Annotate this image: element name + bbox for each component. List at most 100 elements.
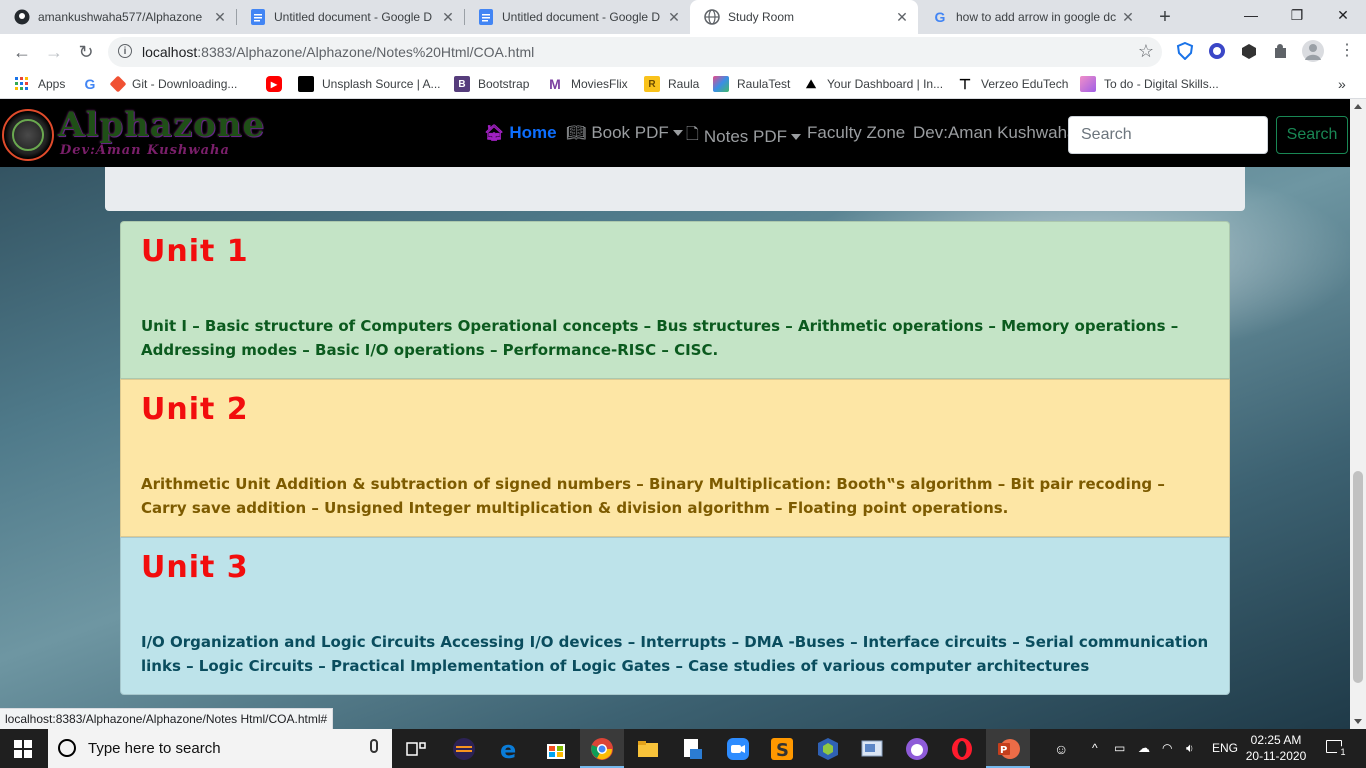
people-icon[interactable]: ☺︎: [1054, 741, 1068, 757]
jumbotron-panel: [105, 167, 1245, 211]
back-button[interactable]: ←: [10, 40, 34, 64]
tab-google-search[interactable]: G how to add arrow in google dc ✕: [918, 0, 1144, 34]
bookmark-raula[interactable]: R Raula: [644, 75, 699, 93]
show-hidden-icons-icon[interactable]: ^: [1092, 741, 1098, 755]
github-desktop-icon[interactable]: [905, 737, 929, 761]
bookmark-dashboard[interactable]: ⛰ Your Dashboard | In...: [803, 75, 943, 93]
wifi-icon[interactable]: ◠: [1162, 741, 1172, 755]
nav-dev[interactable]: Dev:Aman Kushwaha: [913, 123, 1076, 143]
document-editor-icon[interactable]: [680, 737, 704, 761]
volume-icon[interactable]: 🔉︎: [1186, 741, 1194, 756]
search-input[interactable]: Search: [1068, 116, 1268, 154]
language-indicator[interactable]: ENG: [1212, 741, 1238, 755]
tab-google-doc-1[interactable]: Untitled document - Google D ✕: [236, 0, 464, 34]
opera-icon[interactable]: [950, 737, 974, 761]
notification-count-badge: 1: [1337, 746, 1349, 758]
blue-extension-icon[interactable]: [1208, 42, 1226, 60]
address-url[interactable]: localhost:8383/Alphazone/Alphazone/Notes…: [142, 44, 534, 60]
nav-faculty-zone[interactable]: Faculty Zone: [807, 123, 905, 143]
tab-google-doc-2[interactable]: Untitled document - Google D ✕: [464, 0, 690, 34]
info-icon[interactable]: i: [118, 44, 132, 58]
github-icon: [14, 9, 30, 25]
task-view-icon[interactable]: [404, 737, 428, 761]
bookmark-todo[interactable]: To do - Digital Skills...: [1080, 75, 1219, 93]
bookmarks-bar: Apps G Git - Downloading... ▶ Unsplash S…: [0, 70, 1366, 99]
bookmark-google[interactable]: G: [82, 75, 106, 93]
system-clock[interactable]: 02:25 AM 20-11-2020: [1242, 732, 1310, 764]
address-bar[interactable]: i localhost:8383/Alphazone/Alphazone/Not…: [108, 37, 1162, 67]
new-tab-button[interactable]: +: [1154, 6, 1176, 28]
close-icon[interactable]: ✕: [892, 9, 912, 26]
battery-icon[interactable]: ▭: [1114, 741, 1125, 755]
profile-avatar[interactable]: [1302, 40, 1324, 62]
nav-notes-pdf[interactable]: 🗋︎ Notes PDF: [686, 123, 802, 150]
bookmark-git[interactable]: Git - Downloading...: [109, 75, 237, 93]
windows-start-icon[interactable]: [14, 740, 32, 758]
cube-extension-icon[interactable]: [1240, 42, 1258, 60]
bookmark-bootstrap[interactable]: B Bootstrap: [454, 75, 529, 93]
puzzle-extensions-icon[interactable]: [1272, 42, 1290, 60]
virtualbox-icon[interactable]: [816, 737, 840, 761]
svg-text:P: P: [1000, 745, 1007, 756]
nav-book-pdf[interactable]: 📖︎ Book PDF: [566, 123, 683, 143]
edge-browser-icon[interactable]: e: [498, 736, 522, 764]
close-icon[interactable]: ✕: [664, 9, 684, 26]
bookmark-youtube[interactable]: ▶: [266, 75, 290, 93]
bookmark-unsplash[interactable]: Unsplash Source | A...: [298, 75, 441, 93]
powerpoint-icon[interactable]: P: [996, 737, 1020, 761]
unit-card-2: Unit 2 Arithmetic Unit Addition & subtra…: [120, 379, 1230, 537]
more-bookmarks-button[interactable]: »: [1338, 75, 1346, 93]
pdf-file-icon: 🗋︎: [686, 126, 699, 143]
apps-grid-icon: [14, 76, 30, 92]
chevron-down-icon: [672, 130, 683, 136]
taskbar-search-box[interactable]: Type here to search: [48, 729, 392, 768]
search-icon: [58, 739, 76, 757]
forward-button[interactable]: →: [42, 40, 66, 64]
browser-toolbar: ← → ↻ i localhost:8383/Alphazone/Alphazo…: [0, 34, 1366, 70]
bookmark-verzeo[interactable]: ⊤ Verzeo EduTech: [957, 75, 1069, 93]
zoom-icon[interactable]: [726, 737, 750, 761]
youtube-icon: ▶: [266, 76, 282, 92]
bookmark-moviesflix[interactable]: M MoviesFlix: [547, 75, 628, 93]
maximize-button[interactable]: ❐: [1274, 0, 1320, 34]
action-center-icon[interactable]: 1: [1326, 740, 1349, 758]
nav-home[interactable]: 🏠︎ Home: [484, 123, 557, 143]
site-navbar: Alphazone Dev:Aman Kushwaha 🏠︎ Home 📖︎ B…: [0, 99, 1350, 167]
scrollbar-thumb[interactable]: [1353, 471, 1363, 683]
raula-icon: R: [644, 76, 660, 92]
microphone-icon[interactable]: [370, 739, 378, 753]
screen-capture-icon[interactable]: [860, 737, 884, 761]
bookmark-star-icon[interactable]: ☆: [1138, 41, 1154, 62]
tab-github[interactable]: amankushwaha577/Alphazone ✕: [0, 0, 236, 34]
minimize-button[interactable]: —: [1228, 0, 1274, 34]
onedrive-cloud-icon[interactable]: ☁: [1138, 741, 1150, 755]
eclipse-icon[interactable]: [452, 737, 476, 761]
home-icon: 🏠︎: [484, 125, 505, 142]
unsplash-icon: [298, 76, 314, 92]
bookmark-raulatest[interactable]: RaulaTest: [713, 75, 790, 93]
scroll-down-icon[interactable]: [1354, 719, 1362, 724]
site-brand[interactable]: Alphazone: [58, 105, 265, 145]
close-icon[interactable]: ✕: [210, 9, 230, 26]
close-icon[interactable]: ✕: [1118, 9, 1138, 26]
chrome-icon[interactable]: [590, 737, 614, 761]
sublime-text-icon[interactable]: S: [770, 737, 794, 761]
page-scrollbar[interactable]: [1350, 99, 1366, 729]
scroll-up-icon[interactable]: [1354, 104, 1362, 109]
status-bar-url: localhost:8383/Alphazone/Alphazone/Notes…: [0, 708, 334, 731]
menu-kebab-icon[interactable]: ⋮: [1338, 42, 1356, 60]
unit-title: Unit 2: [141, 392, 249, 427]
bookmark-apps[interactable]: Apps: [14, 75, 65, 93]
reload-button[interactable]: ↻: [74, 40, 98, 64]
tab-study-room[interactable]: Study Room ✕: [690, 0, 918, 34]
search-button[interactable]: Search: [1276, 116, 1348, 154]
file-explorer-icon[interactable]: [636, 737, 660, 761]
microsoft-store-icon[interactable]: [544, 737, 568, 761]
raulatest-icon: [713, 76, 729, 92]
close-window-button[interactable]: ✕: [1320, 0, 1366, 34]
bootstrap-icon: B: [454, 76, 470, 92]
alphazone-logo-icon[interactable]: [2, 109, 54, 161]
svg-text:S: S: [776, 740, 789, 761]
close-icon[interactable]: ✕: [438, 9, 458, 26]
shield-extension-icon[interactable]: [1176, 41, 1194, 61]
